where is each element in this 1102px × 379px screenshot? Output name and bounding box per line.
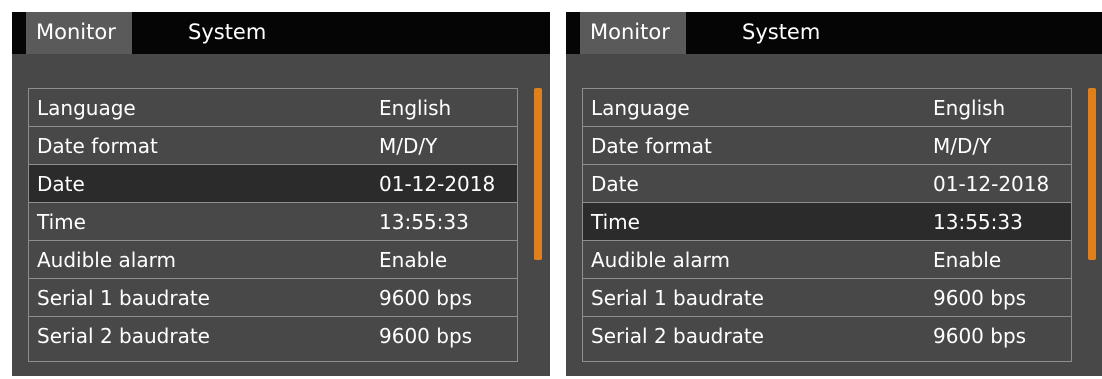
settings-panel-right: Monitor System Language English Date for… (566, 12, 1102, 376)
scrollbar[interactable] (534, 88, 542, 260)
tab-monitor[interactable]: Monitor (26, 12, 132, 54)
row-value: M/D/Y (379, 134, 438, 158)
row-value: 01-12-2018 (933, 172, 1050, 196)
settings-row-serial-1-baudrate[interactable]: Serial 1 baudrate 9600 bps (29, 279, 517, 317)
settings-row-serial-2-baudrate[interactable]: Serial 2 baudrate 9600 bps (29, 317, 517, 355)
settings-row-language[interactable]: Language English (583, 89, 1071, 127)
tab-bar: Monitor System (12, 12, 550, 54)
row-label: Date format (591, 134, 712, 158)
settings-table: Language English Date format M/D/Y Date … (582, 88, 1072, 362)
row-value: 9600 bps (933, 286, 1027, 310)
row-value: Enable (379, 248, 448, 272)
settings-row-audible-alarm[interactable]: Audible alarm Enable (29, 241, 517, 279)
settings-row-serial-1-baudrate[interactable]: Serial 1 baudrate 9600 bps (583, 279, 1071, 317)
row-label: Serial 1 baudrate (591, 286, 764, 310)
row-label: Date (37, 172, 85, 196)
row-label: Time (591, 210, 640, 234)
row-label: Language (37, 96, 136, 120)
row-label: Date (591, 172, 639, 196)
row-value: English (379, 96, 452, 120)
row-label: Time (37, 210, 86, 234)
settings-row-date[interactable]: Date 01-12-2018 (29, 165, 517, 203)
row-value: English (933, 96, 1006, 120)
scrollbar[interactable] (1088, 88, 1096, 260)
tab-system[interactable]: System (178, 12, 288, 54)
row-value: Enable (933, 248, 1002, 272)
settings-table: Language English Date format M/D/Y Date … (28, 88, 518, 362)
settings-row-date-format[interactable]: Date format M/D/Y (583, 127, 1071, 165)
settings-row-language[interactable]: Language English (29, 89, 517, 127)
tab-monitor[interactable]: Monitor (580, 12, 686, 54)
row-label: Date format (37, 134, 158, 158)
settings-panel-left: Monitor System Language English Date for… (12, 12, 550, 376)
row-value: 9600 bps (379, 324, 473, 348)
row-value: M/D/Y (933, 134, 992, 158)
row-label: Serial 1 baudrate (37, 286, 210, 310)
row-label: Language (591, 96, 690, 120)
row-label: Serial 2 baudrate (37, 324, 210, 348)
settings-row-time[interactable]: Time 13:55:33 (583, 203, 1071, 241)
settings-row-time[interactable]: Time 13:55:33 (29, 203, 517, 241)
settings-row-date[interactable]: Date 01-12-2018 (583, 165, 1071, 203)
row-label: Serial 2 baudrate (591, 324, 764, 348)
settings-row-audible-alarm[interactable]: Audible alarm Enable (583, 241, 1071, 279)
row-value: 13:55:33 (379, 210, 469, 234)
row-label: Audible alarm (591, 248, 730, 272)
settings-row-serial-2-baudrate[interactable]: Serial 2 baudrate 9600 bps (583, 317, 1071, 355)
tab-system[interactable]: System (732, 12, 842, 54)
tab-bar: Monitor System (566, 12, 1102, 54)
row-value: 01-12-2018 (379, 172, 496, 196)
row-value: 9600 bps (379, 286, 473, 310)
row-value: 9600 bps (933, 324, 1027, 348)
settings-row-date-format[interactable]: Date format M/D/Y (29, 127, 517, 165)
row-value: 13:55:33 (933, 210, 1023, 234)
row-label: Audible alarm (37, 248, 176, 272)
